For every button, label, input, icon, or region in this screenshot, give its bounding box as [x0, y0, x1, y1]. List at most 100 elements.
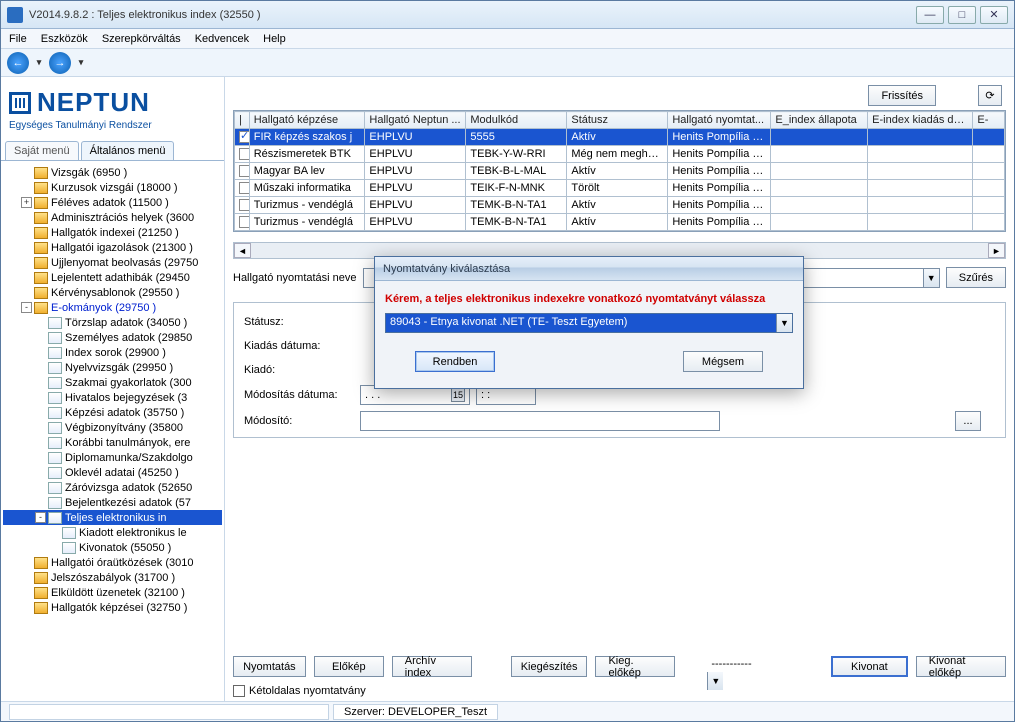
scroll-right-icon[interactable]: ►: [988, 243, 1005, 258]
tree-view[interactable]: Vizsgák (6950 )Kurzusok vizsgái (18000 )…: [1, 161, 224, 701]
column-header[interactable]: E-: [973, 112, 1005, 129]
tree-item[interactable]: Képzési adatok (35750 ): [3, 405, 222, 420]
chevron-down-icon[interactable]: ▼: [776, 314, 792, 332]
twosided-checkbox[interactable]: [233, 685, 245, 697]
tree-item[interactable]: Kivonatok (55050 ): [3, 540, 222, 555]
column-header[interactable]: Hallgató nyomtat...: [668, 112, 771, 129]
menu-favorites[interactable]: Kedvencek: [195, 33, 249, 45]
menu-file[interactable]: File: [9, 33, 27, 45]
tree-item[interactable]: Korábbi tanulmányok, ere: [3, 435, 222, 450]
extract-preview-button[interactable]: Kivonat előkép: [916, 656, 1006, 677]
bottom-combo[interactable]: ----------- ▼: [707, 656, 823, 677]
column-header[interactable]: E_index állapota: [771, 112, 868, 129]
tree-item[interactable]: Elküldött üzenetek (32100 ): [3, 585, 222, 600]
archive-index-button[interactable]: Archív index: [392, 656, 472, 677]
tree-item[interactable]: Kérvénysablonok (29550 ): [3, 285, 222, 300]
tree-item[interactable]: Kurzusok vizsgái (18000 ): [3, 180, 222, 195]
nav-back-button[interactable]: ←: [7, 52, 29, 74]
table-row[interactable]: Részismeretek BTKEHPLVUTEBK-Y-W-RRIMég n…: [235, 146, 1005, 163]
column-header[interactable]: Státusz: [567, 112, 668, 129]
row-checkbox[interactable]: [239, 182, 249, 194]
tree-item[interactable]: Végbizonyítvány (35800: [3, 420, 222, 435]
tree-item[interactable]: Jelszószabályok (31700 ): [3, 570, 222, 585]
column-header[interactable]: Modulkód: [466, 112, 567, 129]
dialog-cancel-button[interactable]: Mégsem: [683, 351, 763, 372]
maximize-button[interactable]: □: [948, 6, 976, 24]
tree-item[interactable]: Bejelentkezési adatok (57: [3, 495, 222, 510]
tree-item[interactable]: Törzslap adatok (34050 ): [3, 315, 222, 330]
column-header[interactable]: E-index kiadás dá...: [868, 112, 973, 129]
table-row[interactable]: FIR képzés szakos jEHPLVU5555AktívHenits…: [235, 129, 1005, 146]
tree-item[interactable]: Oklevél adatai (45250 ): [3, 465, 222, 480]
modifier-input[interactable]: [360, 411, 720, 431]
tree-item[interactable]: Kiadott elektronikus le: [3, 525, 222, 540]
tree-item[interactable]: Hallgatók képzései (32750 ): [3, 600, 222, 615]
tree-item[interactable]: Hivatalos bejegyzések (3: [3, 390, 222, 405]
nav-forward-button[interactable]: →: [49, 52, 71, 74]
tree-item[interactable]: -Teljes elektronikus in: [3, 510, 222, 525]
tree-item[interactable]: Személyes adatok (29850: [3, 330, 222, 345]
modifier-browse-button[interactable]: ...: [955, 411, 981, 431]
table-cell: Henits Pompília Dr.: [668, 197, 771, 214]
preview-button[interactable]: Előkép: [314, 656, 384, 677]
help-icon-button[interactable]: ⟳: [978, 85, 1002, 106]
tree-expand-icon[interactable]: +: [21, 197, 32, 208]
print-button[interactable]: Nyomtatás: [233, 656, 306, 677]
nav-back-dropdown[interactable]: ▾: [33, 52, 45, 74]
tree-item[interactable]: Ujjlenyomat beolvasás (29750: [3, 255, 222, 270]
logo-subtitle: Egységes Tanulmányi Rendszer: [9, 120, 216, 131]
tree-item[interactable]: Hallgatói igazolások (21300 ): [3, 240, 222, 255]
refresh-button[interactable]: Frissítés: [868, 85, 936, 106]
filter-button[interactable]: Szűrés: [946, 267, 1006, 288]
calendar-icon[interactable]: 15: [451, 388, 465, 402]
data-grid[interactable]: |Hallgató képzéseHallgató Neptun ...Modu…: [233, 110, 1006, 232]
tree-expand-icon[interactable]: -: [35, 512, 46, 523]
close-button[interactable]: ✕: [980, 6, 1008, 24]
tree-item[interactable]: Szakmai gyakorlatok (300: [3, 375, 222, 390]
tree-item[interactable]: Nyelvvizsgák (29950 ): [3, 360, 222, 375]
tree-item[interactable]: Hallgatói óraütközések (3010: [3, 555, 222, 570]
tab-general-menu[interactable]: Általános menü: [81, 141, 175, 160]
table-row[interactable]: Magyar BA levEHPLVUTEBK-B-L-MALAktívHeni…: [235, 163, 1005, 180]
row-checkbox[interactable]: [239, 199, 249, 211]
row-checkbox[interactable]: [239, 131, 249, 143]
tree-item[interactable]: Záróvizsga adatok (52650: [3, 480, 222, 495]
tree-item[interactable]: Hallgatók indexei (21250 ): [3, 225, 222, 240]
table-row[interactable]: Műszaki informatikaEHPLVUTEIK-F-N-MNKTör…: [235, 180, 1005, 197]
tab-own-menu[interactable]: Saját menü: [5, 141, 79, 160]
column-header[interactable]: Hallgató Neptun ...: [365, 112, 466, 129]
chevron-down-icon[interactable]: ▼: [923, 269, 939, 287]
tree-item[interactable]: Lejelentett adathibák (29450: [3, 270, 222, 285]
table-cell: [868, 163, 973, 180]
nav-forward-dropdown[interactable]: ▾: [75, 52, 87, 74]
table-cell: [973, 163, 1005, 180]
supplement-preview-button[interactable]: Kieg. előkép: [595, 656, 675, 677]
tree-item[interactable]: + Féléves adatok (11500 ): [3, 195, 222, 210]
row-checkbox[interactable]: [239, 148, 249, 160]
column-header[interactable]: |: [235, 112, 250, 129]
column-header[interactable]: Hallgató képzése: [249, 112, 365, 129]
table-cell: EHPLVU: [365, 180, 466, 197]
row-checkbox[interactable]: [239, 216, 249, 228]
tree-item[interactable]: -E-okmányok (29750 ): [3, 300, 222, 315]
menu-tools[interactable]: Eszközök: [41, 33, 88, 45]
extract-button[interactable]: Kivonat: [831, 656, 908, 677]
minimize-button[interactable]: —: [916, 6, 944, 24]
table-cell: Turizmus - vendéglá: [249, 214, 365, 231]
dialog-ok-button[interactable]: Rendben: [415, 351, 495, 372]
row-checkbox[interactable]: [239, 165, 249, 177]
scroll-left-icon[interactable]: ◄: [234, 243, 251, 258]
menu-help[interactable]: Help: [263, 33, 286, 45]
supplement-button[interactable]: Kiegészítés: [511, 656, 588, 677]
tree-expand-icon[interactable]: -: [21, 302, 32, 313]
table-cell: [868, 146, 973, 163]
tree-item[interactable]: Vizsgák (6950 ): [3, 165, 222, 180]
tree-item[interactable]: Adminisztrációs helyek (3600: [3, 210, 222, 225]
table-row[interactable]: Turizmus - vendégláEHPLVUTEMK-B-N-TA1Akt…: [235, 197, 1005, 214]
table-row[interactable]: Turizmus - vendégláEHPLVUTEMK-B-N-TA1Akt…: [235, 214, 1005, 231]
dialog-template-combo[interactable]: 89043 - Etnya kivonat .NET (TE- Teszt Eg…: [385, 313, 793, 333]
tree-item-label: Féléves adatok (11500 ): [51, 197, 169, 209]
tree-item[interactable]: Index sorok (29900 ): [3, 345, 222, 360]
tree-item[interactable]: Diplomamunka/Szakdolgo: [3, 450, 222, 465]
menu-roleswitch[interactable]: Szerepkörváltás: [102, 33, 181, 45]
